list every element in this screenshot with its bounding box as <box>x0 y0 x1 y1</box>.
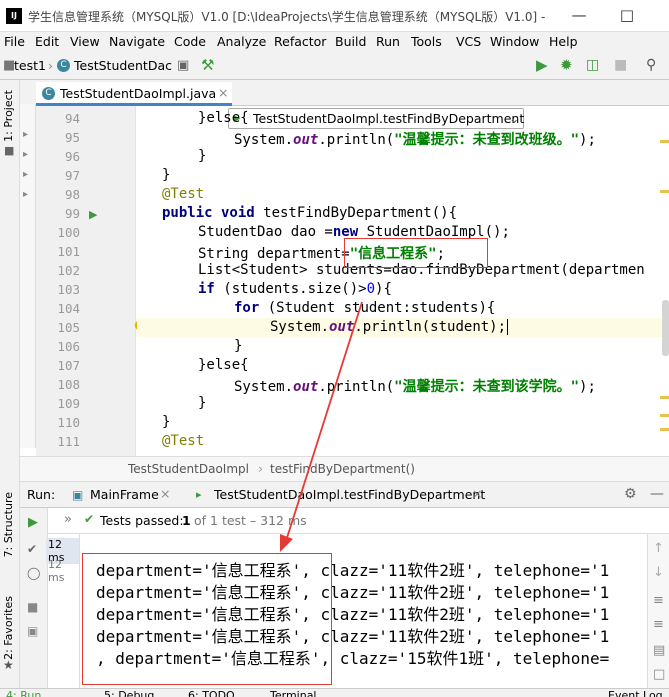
event-log-button[interactable]: Event Log <box>608 689 663 697</box>
todo-tool-button[interactable]: 6: TODO <box>188 689 235 697</box>
run-tool-button[interactable]: 4: Run <box>6 689 41 697</box>
status-bar: 4: Run 5: Debug 6: TODO Terminal Event L… <box>0 688 669 697</box>
terminal-tool-button[interactable]: Terminal <box>270 689 317 697</box>
annotation-arrow <box>280 301 363 552</box>
debug-tool-button[interactable]: 5: Debug <box>104 689 154 697</box>
